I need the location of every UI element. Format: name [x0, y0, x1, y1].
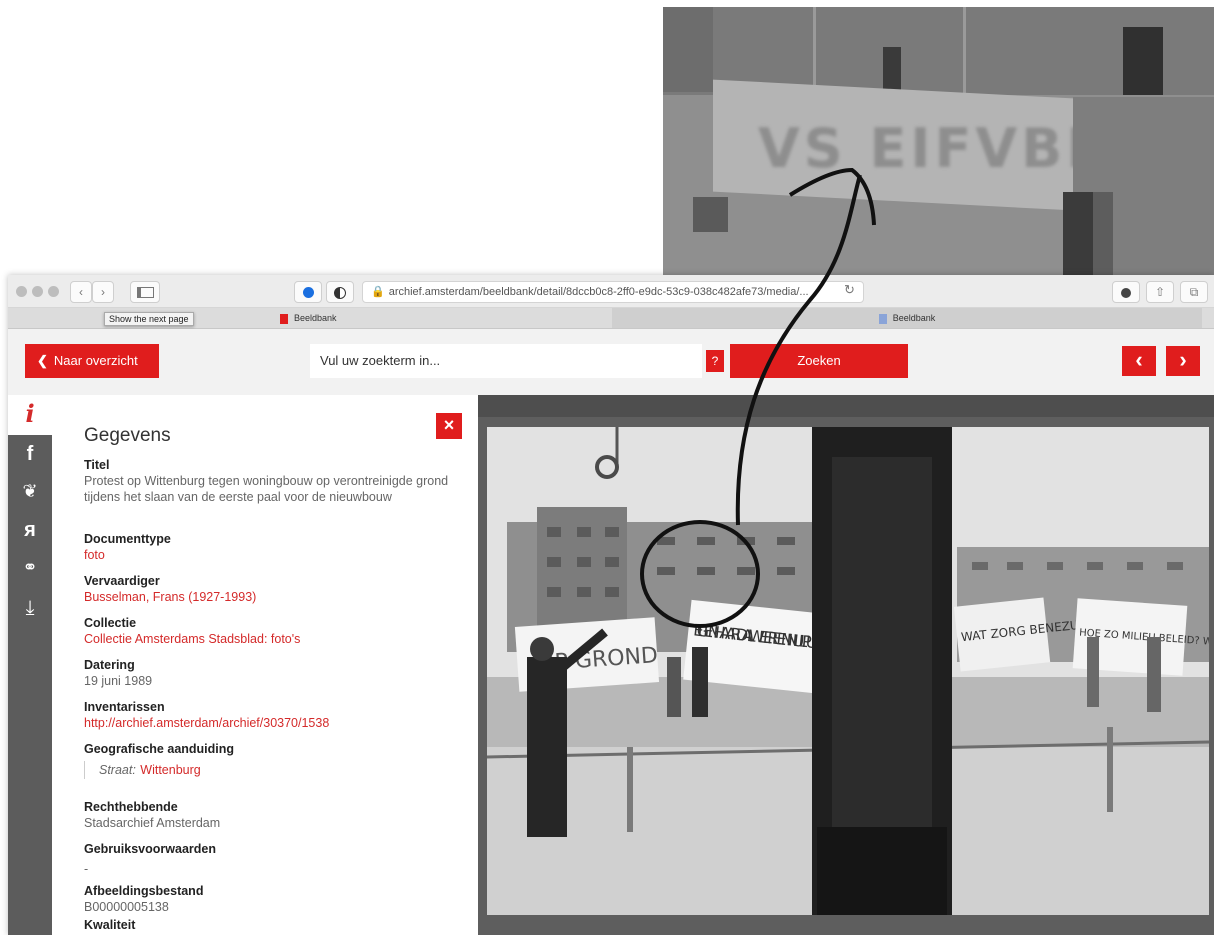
documenttype-link[interactable]: foto — [84, 547, 464, 563]
collectie-link[interactable]: Collectie Amsterdams Stadsblad: foto's — [84, 631, 464, 647]
next-page-tooltip: Show the next page — [104, 312, 194, 326]
shield-icon — [334, 286, 346, 299]
browser-titlebar: ‹ › 🔒 archief.amsterdam/beeldbank/detail/… — [8, 275, 1214, 308]
sidebar-icon — [136, 287, 154, 299]
address-bar[interactable]: 🔒 archief.amsterdam/beeldbank/detail/8dcc… — [362, 281, 864, 303]
chevron-left-icon: ❮ — [37, 353, 48, 368]
afbeeldingsbestand-value: B00000005138 — [84, 900, 169, 914]
vervaardiger-label: Vervaardiger — [84, 574, 160, 588]
search-button[interactable]: Zoeken — [730, 344, 908, 378]
straat-label: Straat: — [99, 763, 136, 777]
sidebar-toggle-button[interactable] — [130, 281, 160, 303]
onepassword-icon — [302, 287, 314, 299]
gebruiksvoorwaarden-value: - — [84, 862, 89, 876]
search-input[interactable]: Vul uw zoekterm in... — [310, 344, 702, 378]
download-image-icon[interactable]: ⤓ — [8, 597, 52, 620]
titel-label: Titel — [84, 458, 110, 472]
tabs-icon: ⧉ — [1189, 285, 1199, 299]
afbeeldingsbestand-label: Afbeeldingsbestand — [84, 884, 204, 898]
help-button[interactable]: ? — [706, 350, 724, 372]
titel-value: Protest op Wittenburg tegen woningbouw o… — [84, 474, 449, 504]
link-icon[interactable]: ⚭ — [8, 557, 52, 578]
onepassword-extension-button[interactable] — [294, 281, 322, 303]
back-nav-button[interactable]: ‹ — [70, 281, 92, 303]
info-title: Gegevens — [84, 425, 171, 446]
beeldbank-favicon-2 — [878, 313, 887, 324]
window-close-light[interactable] — [16, 286, 27, 297]
collectie-label: Collectie — [84, 616, 137, 630]
info-panel: × Gegevens Titel Protest op Wittenburg t… — [52, 395, 478, 935]
lock-icon: 🔒 — [371, 286, 385, 298]
photo-illustration: OP GROND EIGEN HAARD ALWEER EEN NULPUNT … — [487, 427, 1209, 915]
previous-item-button[interactable]: ‹ — [1122, 346, 1156, 376]
straat-link[interactable]: Wittenburg — [140, 763, 200, 777]
back-to-overview-button[interactable]: ❮ Naar overzicht — [25, 344, 159, 378]
inventarissen-label: Inventarissen — [84, 700, 165, 714]
reload-icon[interactable]: ↻ — [844, 282, 855, 298]
download-icon — [1121, 287, 1131, 298]
facebook-icon[interactable]: f — [8, 443, 52, 466]
browser-window: ‹ › 🔒 archief.amsterdam/beeldbank/detail/… — [8, 275, 1214, 935]
geografisch-label: Geografische aanduiding — [84, 742, 235, 756]
share-icon: ⇧ — [1154, 285, 1166, 299]
tab-beeldbank-2[interactable]: Beeldbank — [612, 308, 1202, 328]
zoom-banner-text: VS EIFVBE — [758, 117, 1108, 180]
vervaardiger-link[interactable]: Busselman, Frans (1927-1993) — [84, 589, 464, 605]
next-item-button[interactable]: › — [1166, 346, 1200, 376]
inventarissen-link[interactable]: http://archief.amsterdam/archief/30370/1… — [84, 715, 464, 731]
beeldbank-favicon — [280, 313, 288, 324]
window-minimize-light[interactable] — [32, 286, 43, 297]
forward-nav-button[interactable]: › — [92, 281, 114, 303]
window-zoom-light[interactable] — [48, 286, 59, 297]
datering-label: Datering — [84, 658, 135, 672]
rechthebbende-label: Rechthebbende — [84, 800, 178, 814]
close-info-button[interactable]: × — [436, 413, 462, 439]
zoomed-crop: VS EIFVBE — [663, 7, 1214, 277]
kwaliteit-label: Kwaliteit — [84, 918, 136, 932]
show-tabs-button[interactable]: ⧉ — [1180, 281, 1208, 303]
archive-photo: OP GROND EIGEN HAARD ALWEER EEN NULPUNT … — [487, 427, 1209, 915]
info-icon[interactable]: i — [8, 399, 52, 428]
twitter-icon[interactable]: ❦ — [8, 481, 52, 502]
tab-bar: Beeldbank Beeldbank Show the next page — [8, 308, 1214, 329]
download-button[interactable] — [1112, 281, 1140, 303]
documenttype-label: Documenttype — [84, 532, 171, 546]
image-viewer[interactable]: OP GROND EIGEN HAARD ALWEER EEN NULPUNT … — [478, 395, 1214, 935]
rechthebbende-value: Stadsarchief Amsterdam — [84, 816, 221, 830]
share-button[interactable]: ⇧ — [1146, 281, 1174, 303]
tab-beeldbank-1[interactable]: Beeldbank — [280, 308, 337, 328]
gebruiksvoorwaarden-label: Gebruiksvoorwaarden — [84, 842, 216, 856]
pinterest-icon[interactable]: ᴙ — [8, 519, 52, 542]
datering-value: 19 juni 1989 — [84, 674, 153, 688]
share-sidebar: i f ❦ ᴙ ⚭ ⤓ — [8, 395, 52, 935]
address-url: archief.amsterdam/beeldbank/detail/8dccb… — [388, 286, 809, 298]
privacy-extension-button[interactable] — [326, 281, 354, 303]
